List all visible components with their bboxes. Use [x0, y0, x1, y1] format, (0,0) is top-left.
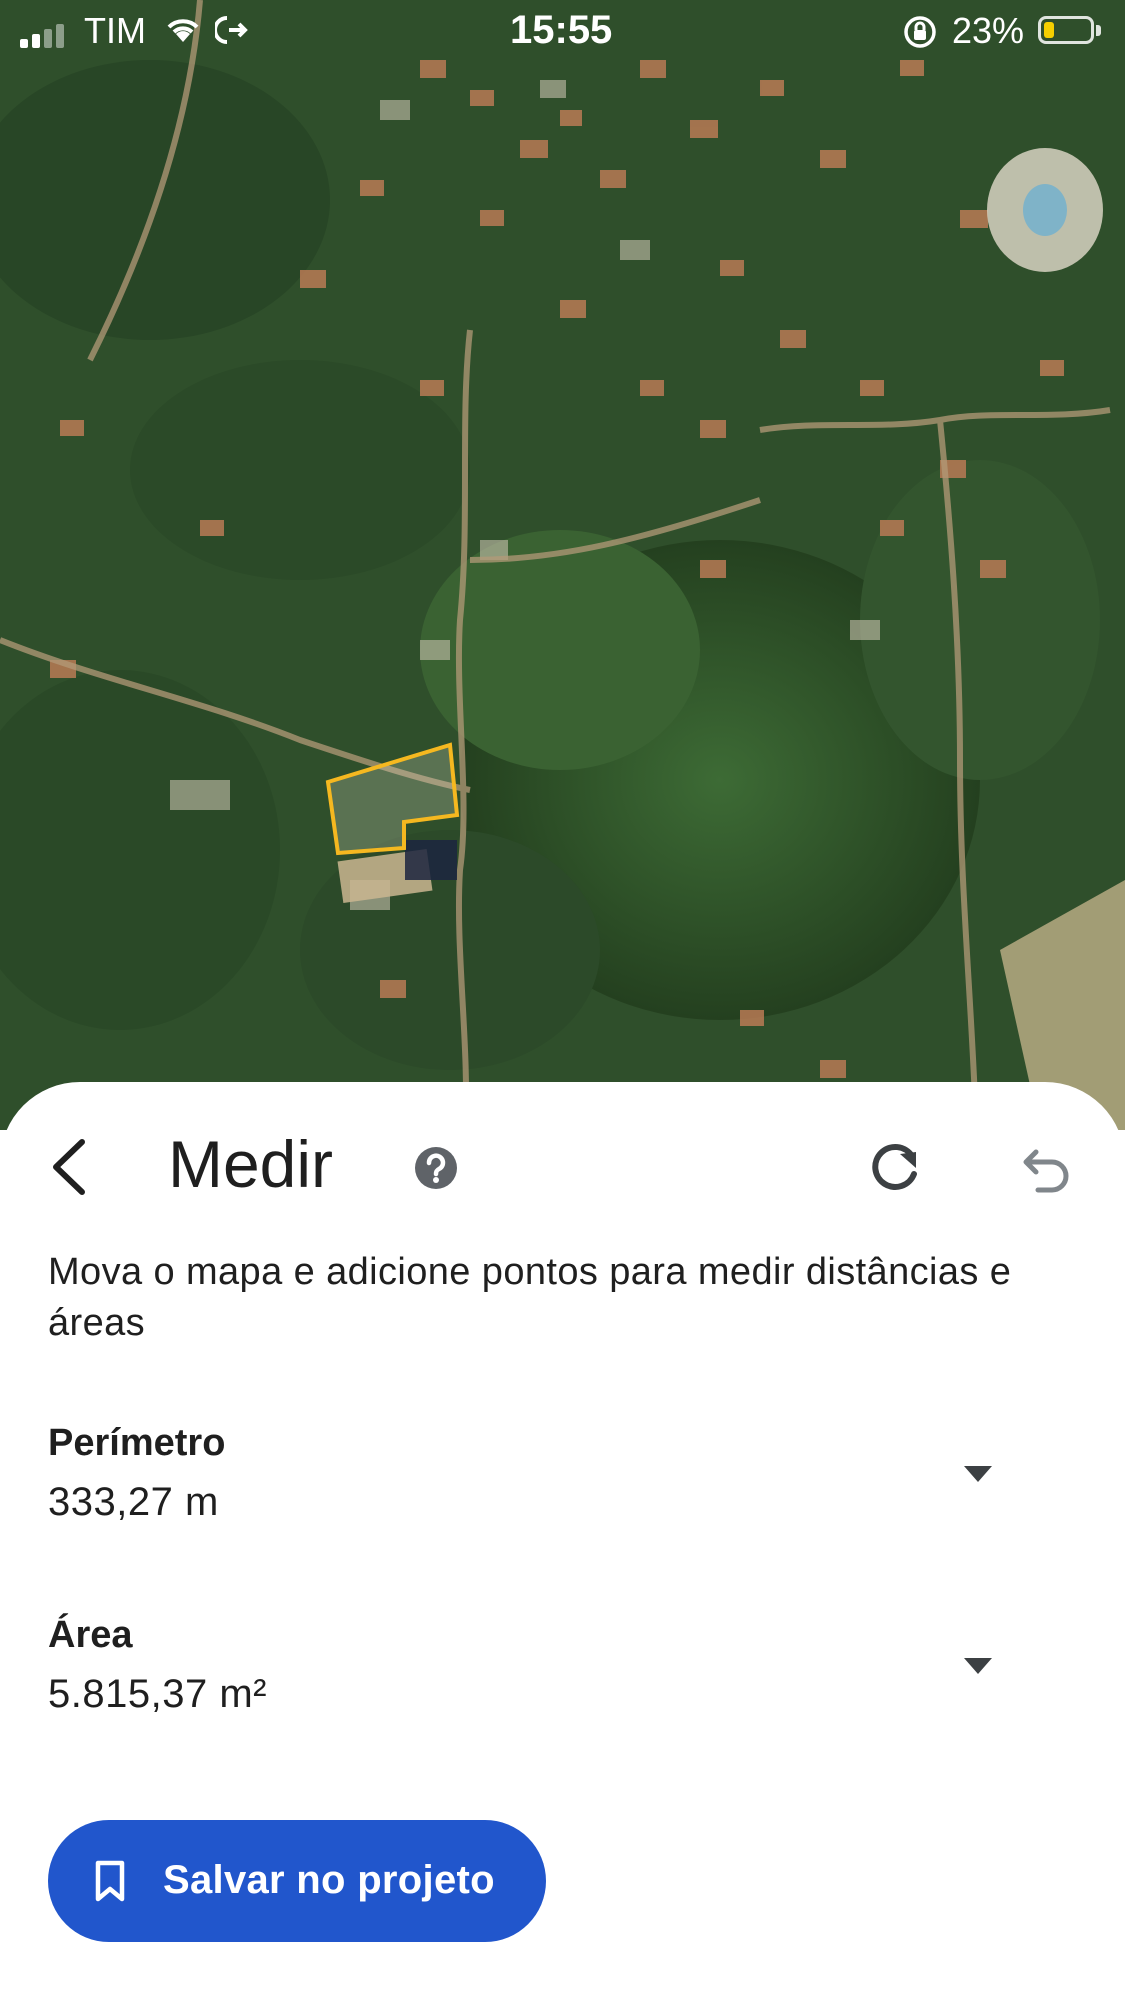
- battery-cap: [1096, 25, 1101, 36]
- redo-button[interactable]: [866, 1138, 928, 1200]
- undo-icon: [1023, 1149, 1069, 1193]
- save-to-project-button[interactable]: Salvar no projeto: [48, 1820, 546, 1942]
- status-time: 15:55: [510, 8, 613, 52]
- perimeter-label: Perímetro: [48, 1422, 226, 1464]
- save-button-label: Salvar no projeto: [163, 1858, 495, 1902]
- status-bar: TIM 15:55 23%: [0, 0, 1125, 64]
- perimeter-value: 333,27 m: [48, 1480, 219, 1524]
- measure-panel: Medir Mova o mapa e adicione pontos para…: [0, 1082, 1125, 2001]
- help-button[interactable]: [413, 1145, 459, 1191]
- perimeter-row[interactable]: Perímetro 333,27 m: [48, 1422, 1078, 1542]
- redo-icon: [872, 1144, 917, 1190]
- carrier-label: TIM: [84, 10, 146, 51]
- bookmark-icon: [95, 1860, 125, 1902]
- satellite-map[interactable]: TIM 15:55 23%: [0, 0, 1125, 1130]
- area-label: Área: [48, 1614, 133, 1656]
- chevron-down-icon[interactable]: [962, 1464, 994, 1484]
- battery-level: [1044, 22, 1055, 38]
- instructions-text: Mova o mapa e adicione pontos para medir…: [48, 1251, 1012, 1344]
- area-value: 5.815,37 m²: [48, 1672, 267, 1716]
- page-title: Medir: [168, 1127, 334, 1201]
- undo-button[interactable]: [1014, 1140, 1074, 1200]
- back-button[interactable]: [42, 1132, 102, 1202]
- chevron-down-icon[interactable]: [962, 1656, 994, 1676]
- battery-percent: 23%: [952, 10, 1025, 51]
- help-icon: [415, 1147, 457, 1189]
- signal-icon: [20, 22, 78, 48]
- area-row[interactable]: Área 5.815,37 m²: [48, 1614, 1078, 1734]
- map-imagery: [0, 0, 1125, 1130]
- battery-icon: [1038, 16, 1094, 44]
- back-arrow-icon: [53, 1139, 85, 1195]
